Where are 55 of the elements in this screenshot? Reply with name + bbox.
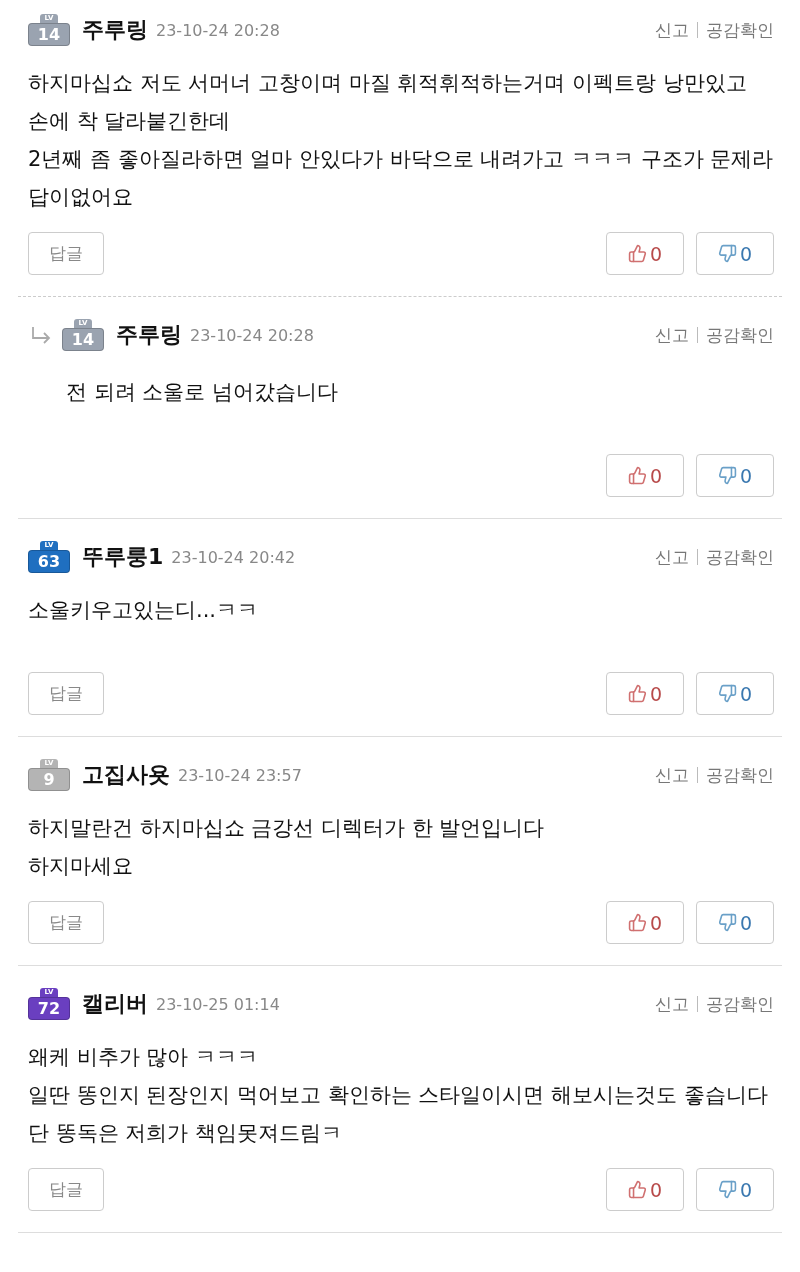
thumbs-down-icon xyxy=(717,466,737,485)
likes-check-link[interactable]: 공감확인 xyxy=(706,763,774,787)
likes-check-link[interactable]: 공감확인 xyxy=(706,18,774,42)
report-link[interactable]: 신고 xyxy=(655,545,689,569)
like-button[interactable]: 0 xyxy=(606,454,684,497)
report-link[interactable]: 신고 xyxy=(655,763,689,787)
reply-button[interactable]: 답글 xyxy=(28,672,104,715)
like-button[interactable]: 0 xyxy=(606,672,684,715)
comment-date: 23-10-24 23:57 xyxy=(178,765,302,785)
comment-date: 23-10-24 20:28 xyxy=(156,20,280,40)
dislike-button[interactable]: 0 xyxy=(696,232,774,275)
comment-text: 전 되려 소울로 넘어갔습니다 xyxy=(66,379,340,406)
comment-text: 하지마십쇼 저도 서머너 고창이며 마질 휘적휘적하는거며 이펙트랑 낭만있고 손에 착 달라붙긴한데 2년째 좀 좋아질라하면 얼마 안있다가 바닥으로 내려가고 ㅋㅋㅋ 구조가 문제라 답이없어요 xyxy=(28,70,774,211)
thumbs-down-icon xyxy=(717,244,737,263)
like-button[interactable]: 0 xyxy=(606,232,684,275)
user-name[interactable]: 캘리버 xyxy=(82,989,148,1019)
reply-button[interactable]: 답글 xyxy=(28,232,104,275)
thumbs-up-icon xyxy=(627,1180,647,1199)
like-button[interactable]: 0 xyxy=(606,901,684,944)
report-link[interactable]: 신고 xyxy=(655,992,689,1016)
user-name[interactable]: 주루링 xyxy=(116,320,182,350)
level-number: 9 xyxy=(28,768,70,791)
likes-check-link[interactable]: 공감확인 xyxy=(706,323,774,347)
comment-text: 소울키우고있는디...ㅋㅋ xyxy=(28,597,260,624)
reply-arrow-icon xyxy=(30,326,52,344)
user-name[interactable]: 주루링 xyxy=(82,15,148,45)
user-name[interactable]: 고집사욧 xyxy=(82,760,170,790)
likes-check-link[interactable]: 공감확인 xyxy=(706,545,774,569)
likes-check-link[interactable]: 공감확인 xyxy=(706,992,774,1016)
reply-button[interactable]: 답글 xyxy=(28,901,104,944)
report-link[interactable]: 신고 xyxy=(655,18,689,42)
thumbs-up-icon xyxy=(627,913,647,932)
comment-text: 왜케 비추가 많아 ㅋㅋㅋ 일딴 똥인지 된장인지 먹어보고 확인하는 스타일이시면 해보시는것도 좋습니다 단 똥독은 저희가 책임못져드림ㅋ xyxy=(28,1044,769,1147)
dislike-button[interactable]: 0 xyxy=(696,454,774,497)
comment-date: 23-10-25 01:14 xyxy=(156,994,280,1014)
level-number: 14 xyxy=(62,328,104,351)
dislike-button[interactable]: 0 xyxy=(696,1168,774,1211)
like-button[interactable]: 0 xyxy=(606,1168,684,1211)
reply-button[interactable]: 답글 xyxy=(28,1168,104,1211)
dislike-button[interactable]: 0 xyxy=(696,901,774,944)
user-name[interactable]: 뚜루룽1 xyxy=(82,542,164,572)
level-number: 72 xyxy=(28,997,70,1020)
thumbs-down-icon xyxy=(717,913,737,932)
thumbs-up-icon xyxy=(627,466,647,485)
comment-date: 23-10-24 20:42 xyxy=(171,547,296,567)
comment-date: 23-10-24 20:28 xyxy=(190,325,314,345)
comment-text: 하지말란건 하지마십쇼 금강선 디렉터가 한 발언입니다 하지마세요 xyxy=(28,815,546,880)
thumbs-up-icon xyxy=(627,244,647,263)
level-number: 63 xyxy=(28,550,70,573)
level-number: 14 xyxy=(28,23,70,46)
thumbs-down-icon xyxy=(717,684,737,703)
thumbs-down-icon xyxy=(717,1180,737,1199)
report-link[interactable]: 신고 xyxy=(655,323,689,347)
dislike-button[interactable]: 0 xyxy=(696,672,774,715)
thumbs-up-icon xyxy=(627,684,647,703)
